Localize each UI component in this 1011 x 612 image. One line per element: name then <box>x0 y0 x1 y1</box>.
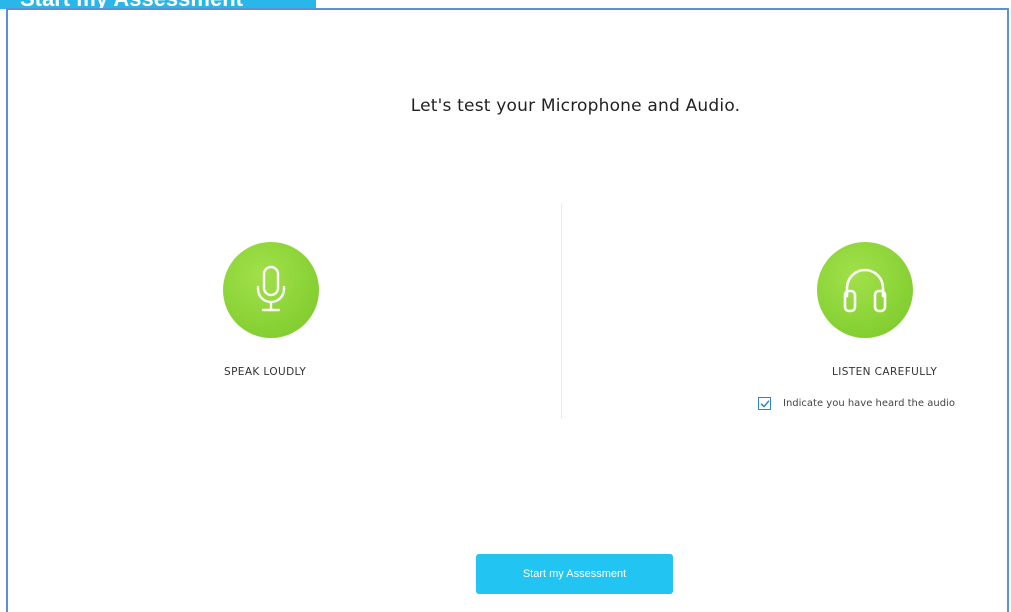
checkmark-icon <box>760 399 769 407</box>
microphone-icon <box>256 265 286 312</box>
listen-carefully-label: LISTEN CAREFULLY <box>832 366 938 378</box>
assessment-page: Start my Assessment Let's test your Micr… <box>0 0 1011 612</box>
headphones-icon <box>843 268 887 313</box>
heard-audio-label: Indicate you have heard the audio <box>783 398 955 409</box>
page-title: Let's test your Microphone and Audio. <box>410 96 741 116</box>
heard-audio-row: Indicate you have heard the audio <box>758 397 955 410</box>
speak-loudly-label: SPEAK LOUDLY <box>224 366 307 378</box>
section-divider <box>561 203 562 419</box>
microphone-button[interactable] <box>223 242 319 338</box>
start-assessment-button[interactable]: Start my Assessment <box>476 554 673 594</box>
headphones-button[interactable] <box>817 242 913 338</box>
heard-audio-checkbox[interactable] <box>758 397 771 410</box>
